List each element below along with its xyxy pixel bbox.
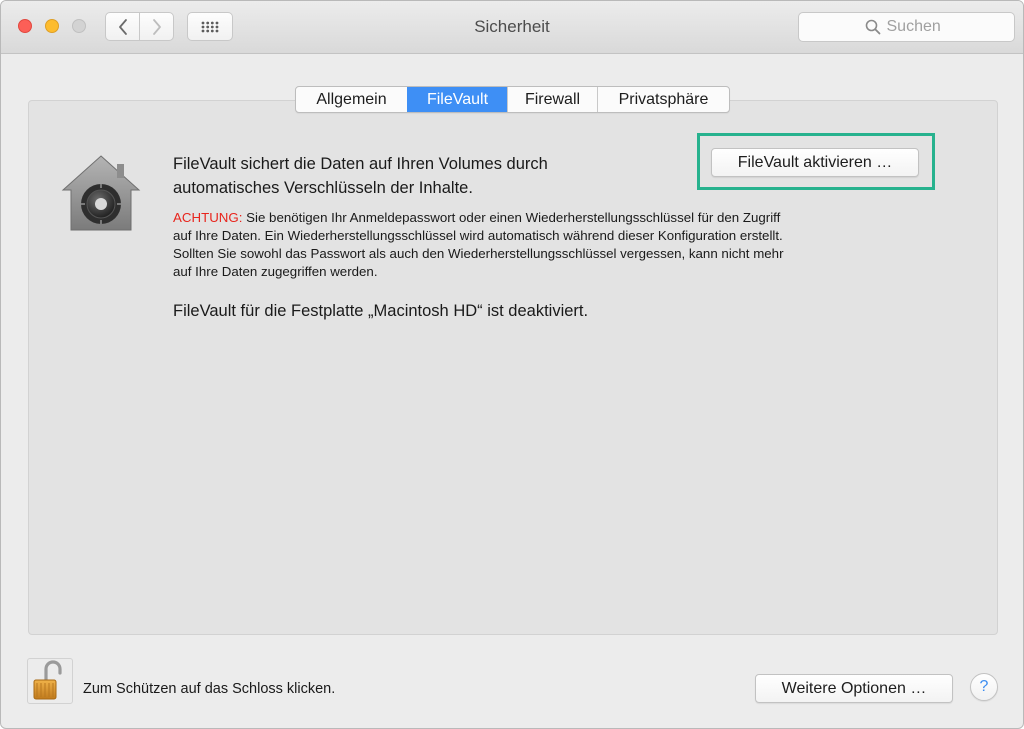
lock-label: Zum Schützen auf das Schloss klicken. (83, 681, 336, 697)
tab-privatsphaere[interactable]: Privatsphäre (597, 87, 729, 112)
warning-line-1-text: Sie benötigen Ihr Anmeldepasswort oder e… (242, 210, 781, 225)
warning-text: ACHTUNG: Sie benötigen Ihr Anmeldepasswo… (173, 209, 933, 281)
search-field[interactable] (798, 12, 1015, 42)
intro-line-1: FileVault sichert die Daten auf Ihren Vo… (173, 155, 548, 173)
system-preferences-window: Sicherheit Allgemein FileVault Firewall … (0, 0, 1024, 729)
filevault-status: FileVault für die Festplatte „Macintosh … (173, 302, 589, 320)
intro-line-2: automatisches Verschlüsseln der Inhalte. (173, 179, 473, 197)
warning-line-1: ACHTUNG: Sie benötigen Ihr Anmeldepasswo… (173, 209, 933, 227)
warning-line-3: Sollten Sie sowohl das Passwort als auch… (173, 246, 784, 261)
warning-line-4: auf Ihre Daten zugegriffen werden. (173, 264, 378, 279)
tab-firewall[interactable]: Firewall (507, 87, 597, 112)
tab-bar: Allgemein FileVault Firewall Privatsphär… (295, 86, 730, 113)
unlocked-padlock-icon (33, 660, 62, 700)
warning-line-2: auf Ihre Daten. Ein Wiederherstellungssc… (173, 228, 783, 243)
filevault-icon (61, 155, 141, 231)
tab-filevault[interactable]: FileVault (407, 87, 507, 112)
activate-filevault-button[interactable]: FileVault aktivieren … (711, 148, 919, 177)
search-input[interactable] (886, 18, 949, 36)
help-button[interactable]: ? (970, 673, 998, 701)
filevault-description: FileVault sichert die Daten auf Ihren Vo… (173, 152, 613, 200)
warning-label: ACHTUNG: (173, 210, 243, 225)
more-options-button[interactable]: Weitere Optionen … (755, 674, 953, 703)
search-icon (865, 19, 880, 35)
lock-button[interactable] (27, 658, 73, 704)
title-bar: Sicherheit (1, 1, 1023, 54)
tab-allgemein[interactable]: Allgemein (296, 87, 407, 112)
